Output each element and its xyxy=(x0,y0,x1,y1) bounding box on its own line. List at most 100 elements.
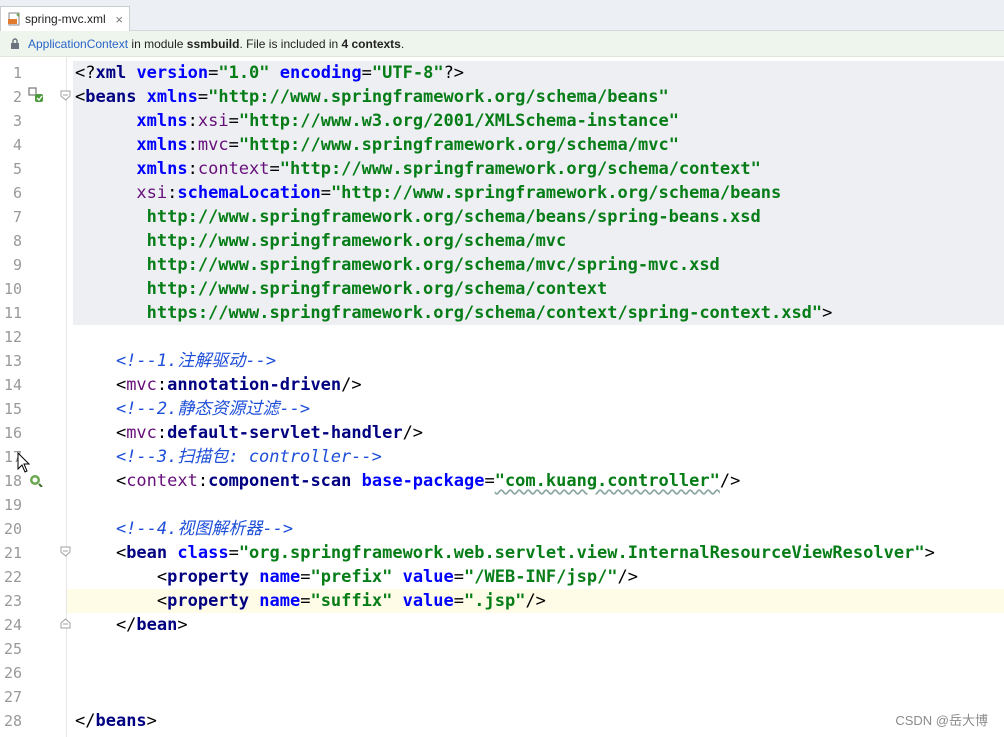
code-line[interactable]: 6 xsi:schemaLocation="http://www.springf… xyxy=(0,181,1004,205)
code-token: "/WEB-INF/jsp/" xyxy=(464,567,618,587)
application-context-link[interactable]: ApplicationContext xyxy=(28,37,128,51)
code-line[interactable]: 10 http://www.springframework.org/schema… xyxy=(0,277,1004,301)
code-text: xmlns:xsi="http://www.w3.org/2001/XMLSch… xyxy=(75,109,679,133)
code-text: <beans xmlns="http://www.springframework… xyxy=(75,85,669,109)
code-line[interactable]: 3 xmlns:xsi="http://www.w3.org/2001/XMLS… xyxy=(0,109,1004,133)
code-line[interactable]: 27 xyxy=(0,685,1004,709)
code-line[interactable]: 2 <beans xmlns="http://www.springframewor… xyxy=(0,85,1004,109)
code-token: value xyxy=(402,567,454,587)
code-token: class xyxy=(177,543,229,563)
line-number: 7 xyxy=(12,208,22,226)
code-text: </bean> xyxy=(75,613,188,637)
spring-bean-icon[interactable] xyxy=(28,87,44,103)
code-line[interactable]: 26 xyxy=(0,661,1004,685)
code-token: mvc xyxy=(126,375,157,395)
code-line[interactable]: 7 http://www.springframework.org/schema/… xyxy=(0,205,1004,229)
line-number: 26 xyxy=(3,664,22,682)
code-token: name xyxy=(259,591,301,611)
code-text: http://www.springframework.org/schema/co… xyxy=(75,277,608,301)
code-token: > xyxy=(146,711,157,731)
code-text: <?xml version="1.0" encoding="UTF-8"?> xyxy=(75,61,464,85)
code-text: <mvc:annotation-driven/> xyxy=(75,373,362,397)
code-token: = xyxy=(208,63,219,83)
line-number: 3 xyxy=(12,112,22,130)
code-line[interactable]: 18 <context:component-scan base-package=… xyxy=(0,469,1004,493)
code-token: /> xyxy=(525,591,546,611)
code-token: > xyxy=(924,543,935,563)
code-token: = xyxy=(453,567,465,587)
code-token: "http://www.w3.org/2001/XMLSchema-instan… xyxy=(238,111,679,131)
tab-spring-mvc-xml[interactable]: spring-mvc.xml × xyxy=(0,6,130,31)
code-line[interactable]: 11 https://www.springframework.org/schem… xyxy=(0,301,1004,325)
fold-marker-line-2[interactable] xyxy=(60,90,71,101)
code-line[interactable]: 1 <?xml version="1.0" encoding="UTF-8"?> xyxy=(0,61,1004,85)
code-token: = xyxy=(453,591,465,611)
code-line[interactable]: 4 xmlns:mvc="http://www.springframework.… xyxy=(0,133,1004,157)
code-token: : xyxy=(197,471,209,491)
context-count: 4 contexts xyxy=(341,36,401,51)
code-token: < xyxy=(75,375,127,395)
code-line[interactable]: 22 <property name="prefix" value="/WEB-I… xyxy=(0,565,1004,589)
line-number: 6 xyxy=(12,184,22,202)
code-token: context xyxy=(126,471,198,491)
code-text: https://www.springframework.org/schema/c… xyxy=(75,301,833,325)
code-token: /> xyxy=(719,471,741,491)
code-token: property xyxy=(167,591,260,611)
code-text: <context:component-scan base-package="co… xyxy=(75,469,740,493)
line-number: 14 xyxy=(3,376,22,394)
code-text: <!--1.注解驱动--> xyxy=(75,349,276,373)
code-token: context xyxy=(197,159,270,179)
code-line[interactable]: 23 <property name="suffix" value=".jsp"/… xyxy=(0,589,1004,613)
code-token: component-scan xyxy=(208,471,362,491)
line-number: 9 xyxy=(12,256,22,274)
code-text: </beans> xyxy=(75,709,157,733)
code-token: > xyxy=(177,615,188,635)
code-token: = xyxy=(320,183,331,203)
code-line[interactable]: 12 xyxy=(0,325,1004,349)
code-line[interactable]: 15 <!--2.静态资源过滤--> xyxy=(0,397,1004,421)
code-token: "http://www.springframework.org/schema/m… xyxy=(238,135,679,155)
code-token: "http://www.springframework.org/schema/c… xyxy=(279,159,761,179)
code-line[interactable]: 25 xyxy=(0,637,1004,661)
code-token: < xyxy=(75,543,127,563)
code-line[interactable]: 21 <bean class="org.springframework.web.… xyxy=(0,541,1004,565)
close-icon[interactable]: × xyxy=(115,12,123,27)
code-token: base-package xyxy=(361,471,485,491)
code-token: "com.kuang.controller" xyxy=(494,471,720,491)
code-token: http://www.springframework.org/schema/be… xyxy=(75,207,761,227)
fold-end-marker-line-24[interactable] xyxy=(60,618,71,629)
code-token: "1.0" xyxy=(218,63,280,83)
code-line[interactable]: 5 xmlns:context="http://www.springframew… xyxy=(0,157,1004,181)
code-line[interactable]: 9 http://www.springframework.org/schema/… xyxy=(0,253,1004,277)
line-number: 22 xyxy=(3,568,22,586)
code-token: /> xyxy=(402,423,424,443)
line-number: 27 xyxy=(3,688,22,706)
code-token: xmlns xyxy=(136,135,188,155)
code-line[interactable]: 28 </beans> xyxy=(0,709,1004,733)
code-line[interactable]: 24 </bean> xyxy=(0,613,1004,637)
line-number: 21 xyxy=(3,544,22,562)
code-token: = xyxy=(197,87,209,107)
code-token: </ xyxy=(75,711,96,731)
code-token: xsi xyxy=(197,111,229,131)
code-line[interactable]: 8 http://www.springframework.org/schema/… xyxy=(0,229,1004,253)
fold-marker-line-21[interactable] xyxy=(60,546,71,557)
code-line[interactable]: 19 xyxy=(0,493,1004,517)
code-token: name xyxy=(259,567,301,587)
code-token: /> xyxy=(617,567,639,587)
info-text-1: in module xyxy=(128,36,187,51)
code-line[interactable]: 17 <!--3.扫描包: controller--> xyxy=(0,445,1004,469)
line-number: 10 xyxy=(3,280,22,298)
code-line[interactable]: 16 <mvc:default-servlet-handler/> xyxy=(0,421,1004,445)
code-line[interactable]: 13 <!--1.注解驱动--> xyxy=(0,349,1004,373)
code-token: property xyxy=(167,567,260,587)
line-number: 15 xyxy=(3,400,22,418)
code-token: = xyxy=(361,63,372,83)
code-editor[interactable]: 1 <?xml version="1.0" encoding="UTF-8"?> 2… xyxy=(0,57,1004,737)
code-token: beans xyxy=(85,87,147,107)
code-line[interactable]: 14 <mvc:annotation-driven/> xyxy=(0,373,1004,397)
code-token: default-servlet-handler xyxy=(167,423,403,443)
code-line[interactable]: 20 <!--4.视图解析器--> xyxy=(0,517,1004,541)
code-text: http://www.springframework.org/schema/mv… xyxy=(75,253,720,277)
